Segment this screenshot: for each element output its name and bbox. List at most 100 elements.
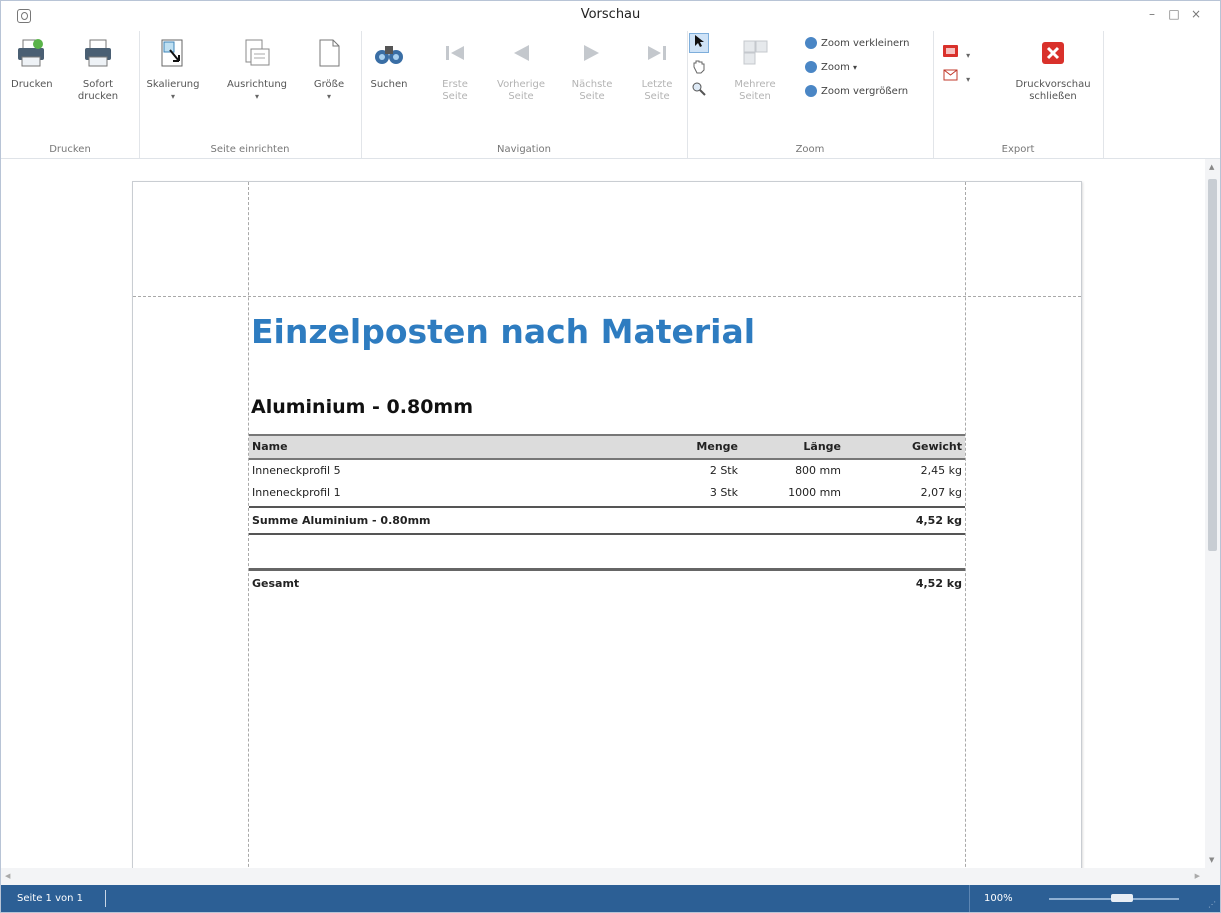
print-button[interactable]: Drucken bbox=[11, 37, 53, 91]
maximize-button[interactable]: □ bbox=[1166, 7, 1182, 21]
zoom-out-button[interactable]: Zoom verkleinern bbox=[805, 37, 909, 49]
section-title: Aluminium - 0.80mm bbox=[251, 396, 474, 418]
scroll-up-icon[interactable]: ▲ bbox=[1209, 163, 1214, 171]
first-page-button[interactable]: Erste Seite bbox=[435, 37, 475, 103]
row-gewicht: 2,45 kg bbox=[920, 464, 962, 477]
table-row: Inneneckprofil 1 3 Stk 1000 mm 2,07 kg bbox=[249, 482, 965, 504]
quick-print-button[interactable]: Sofort drucken bbox=[73, 37, 123, 103]
last-page-label-1: Letzte bbox=[641, 79, 673, 90]
grand-total-row: Gesamt 4,52 kg bbox=[249, 568, 965, 595]
row-name: Inneneckprofil 1 bbox=[252, 486, 341, 499]
zoom-slider-thumb[interactable] bbox=[1111, 894, 1133, 902]
total-label: Gesamt bbox=[252, 577, 300, 590]
orientation-button[interactable]: Ausrichtung ▾ bbox=[221, 37, 293, 103]
close-preview-label-1: Druckvorschau bbox=[1015, 79, 1091, 90]
status-separator bbox=[969, 885, 970, 912]
row-name: Inneneckprofil 5 bbox=[252, 464, 341, 477]
print-label: Drucken bbox=[11, 79, 53, 90]
orientation-label: Ausrichtung bbox=[226, 79, 288, 90]
export-pdf-button[interactable]: ▾ bbox=[943, 43, 970, 62]
scaling-button[interactable]: Skalierung ▾ bbox=[145, 37, 201, 103]
zoom-label: Zoom bbox=[821, 62, 850, 73]
ribbon-toolbar: Drucken Sofort drucken Drucken Skalierun… bbox=[1, 31, 1220, 159]
scroll-right-icon[interactable]: ▶ bbox=[1195, 872, 1200, 880]
minimize-button[interactable]: – bbox=[1144, 7, 1160, 21]
orientation-icon bbox=[245, 39, 270, 66]
export-mail-button[interactable]: ▾ bbox=[943, 67, 970, 86]
status-bar: Seite 1 von 1 100% ⋰ bbox=[1, 885, 1220, 912]
scaling-icon bbox=[161, 39, 183, 67]
multiple-pages-button[interactable]: Mehrere Seiten bbox=[727, 37, 783, 103]
close-window-button[interactable]: × bbox=[1188, 7, 1204, 21]
page-info: Seite 1 von 1 bbox=[17, 893, 83, 904]
row-menge: 2 Stk bbox=[709, 464, 738, 477]
first-page-label-1: Erste bbox=[442, 79, 468, 90]
report-page: Einzelposten nach Material Aluminium - 0… bbox=[132, 181, 1082, 903]
scroll-left-icon[interactable]: ◀ bbox=[5, 872, 10, 880]
column-menge: Menge bbox=[696, 440, 738, 453]
last-page-icon bbox=[648, 46, 666, 60]
size-label: Größe bbox=[313, 79, 345, 90]
table-row: Inneneckprofil 5 2 Stk 800 mm 2,45 kg bbox=[249, 460, 965, 482]
multiple-pages-icon bbox=[743, 40, 768, 65]
row-laenge: 1000 mm bbox=[788, 486, 841, 499]
group-label-navigation: Navigation bbox=[497, 144, 551, 155]
zoom-out-label: Zoom verkleinern bbox=[821, 38, 910, 49]
window-title: Vorschau bbox=[580, 7, 641, 22]
next-page-label-1: Nächste bbox=[571, 79, 613, 90]
close-preview-label-2: schließen bbox=[1029, 91, 1077, 102]
sum-value: 4,52 kg bbox=[915, 514, 962, 527]
previous-page-label-2: Seite bbox=[508, 91, 534, 102]
row-gewicht: 2,07 kg bbox=[920, 486, 962, 499]
zoom-level: 100% bbox=[984, 893, 1013, 904]
chevron-down-icon: ▾ bbox=[254, 92, 259, 101]
report-title: Einzelposten nach Material bbox=[251, 312, 756, 351]
last-page-button[interactable]: Letzte Seite bbox=[635, 37, 679, 103]
printer-icon bbox=[18, 39, 44, 67]
close-preview-button[interactable]: Druckvorschau schließen bbox=[1011, 37, 1095, 103]
row-laenge: 800 mm bbox=[795, 464, 841, 477]
zoom-in-label: Zoom vergrößern bbox=[821, 86, 909, 97]
previous-page-icon bbox=[514, 45, 529, 61]
close-icon bbox=[1042, 42, 1064, 64]
horizontal-scrollbar[interactable]: ◀ ▶ bbox=[1, 868, 1220, 885]
multiple-pages-label-2: Seiten bbox=[739, 91, 771, 102]
zoom-dropdown-button[interactable]: Zoom ▾ bbox=[805, 61, 857, 73]
chevron-down-icon: ▾ bbox=[326, 92, 331, 101]
next-page-icon bbox=[584, 45, 599, 61]
hand-tool-icon[interactable] bbox=[691, 58, 709, 76]
scaling-label: Skalierung bbox=[146, 79, 200, 90]
search-label: Suchen bbox=[370, 79, 408, 90]
zoom-icon bbox=[805, 61, 817, 73]
scroll-down-icon[interactable]: ▼ bbox=[1209, 856, 1214, 864]
chevron-down-icon: ▾ bbox=[170, 92, 175, 101]
group-label-export: Export bbox=[1001, 144, 1035, 155]
previous-page-label-1: Vorherige bbox=[497, 79, 545, 90]
status-separator bbox=[105, 890, 106, 907]
margin-guide-right bbox=[965, 182, 966, 902]
preview-window: Vorschau – □ × Drucken Sofort drucken Dr… bbox=[0, 0, 1221, 913]
mail-export-icon bbox=[943, 69, 958, 81]
chevron-down-icon: ▾ bbox=[966, 51, 971, 60]
margin-guide-top bbox=[133, 296, 1081, 297]
pointer-tool-icon[interactable] bbox=[689, 33, 709, 53]
first-page-label-2: Seite bbox=[442, 91, 468, 102]
vertical-scrollbar[interactable]: ▲ ▼ bbox=[1205, 159, 1220, 868]
vertical-scroll-thumb[interactable] bbox=[1208, 179, 1217, 551]
group-export: ▾ ▾ Druckvorschau schließen Export bbox=[933, 31, 1104, 158]
search-button[interactable]: Suchen bbox=[367, 37, 411, 91]
group-label-zoom: Zoom bbox=[795, 144, 825, 155]
chevron-down-icon: ▾ bbox=[966, 75, 971, 84]
total-value: 4,52 kg bbox=[915, 577, 962, 590]
binoculars-icon bbox=[375, 46, 403, 64]
zoom-out-icon bbox=[805, 37, 817, 49]
magnifier-tool-icon[interactable] bbox=[691, 81, 709, 99]
column-name: Name bbox=[252, 440, 288, 453]
resize-grip-icon[interactable]: ⋰ bbox=[1208, 900, 1216, 909]
group-seite-einrichten: Skalierung ▾ Ausrichtung ▾ Größe ▾ Seite… bbox=[139, 31, 362, 158]
previous-page-button[interactable]: Vorherige Seite bbox=[493, 37, 549, 103]
next-page-button[interactable]: Nächste Seite bbox=[567, 37, 617, 103]
size-button[interactable]: Größe ▾ bbox=[307, 37, 351, 103]
zoom-in-button[interactable]: Zoom vergrößern bbox=[805, 85, 908, 97]
sum-label: Summe Aluminium - 0.80mm bbox=[252, 514, 431, 527]
